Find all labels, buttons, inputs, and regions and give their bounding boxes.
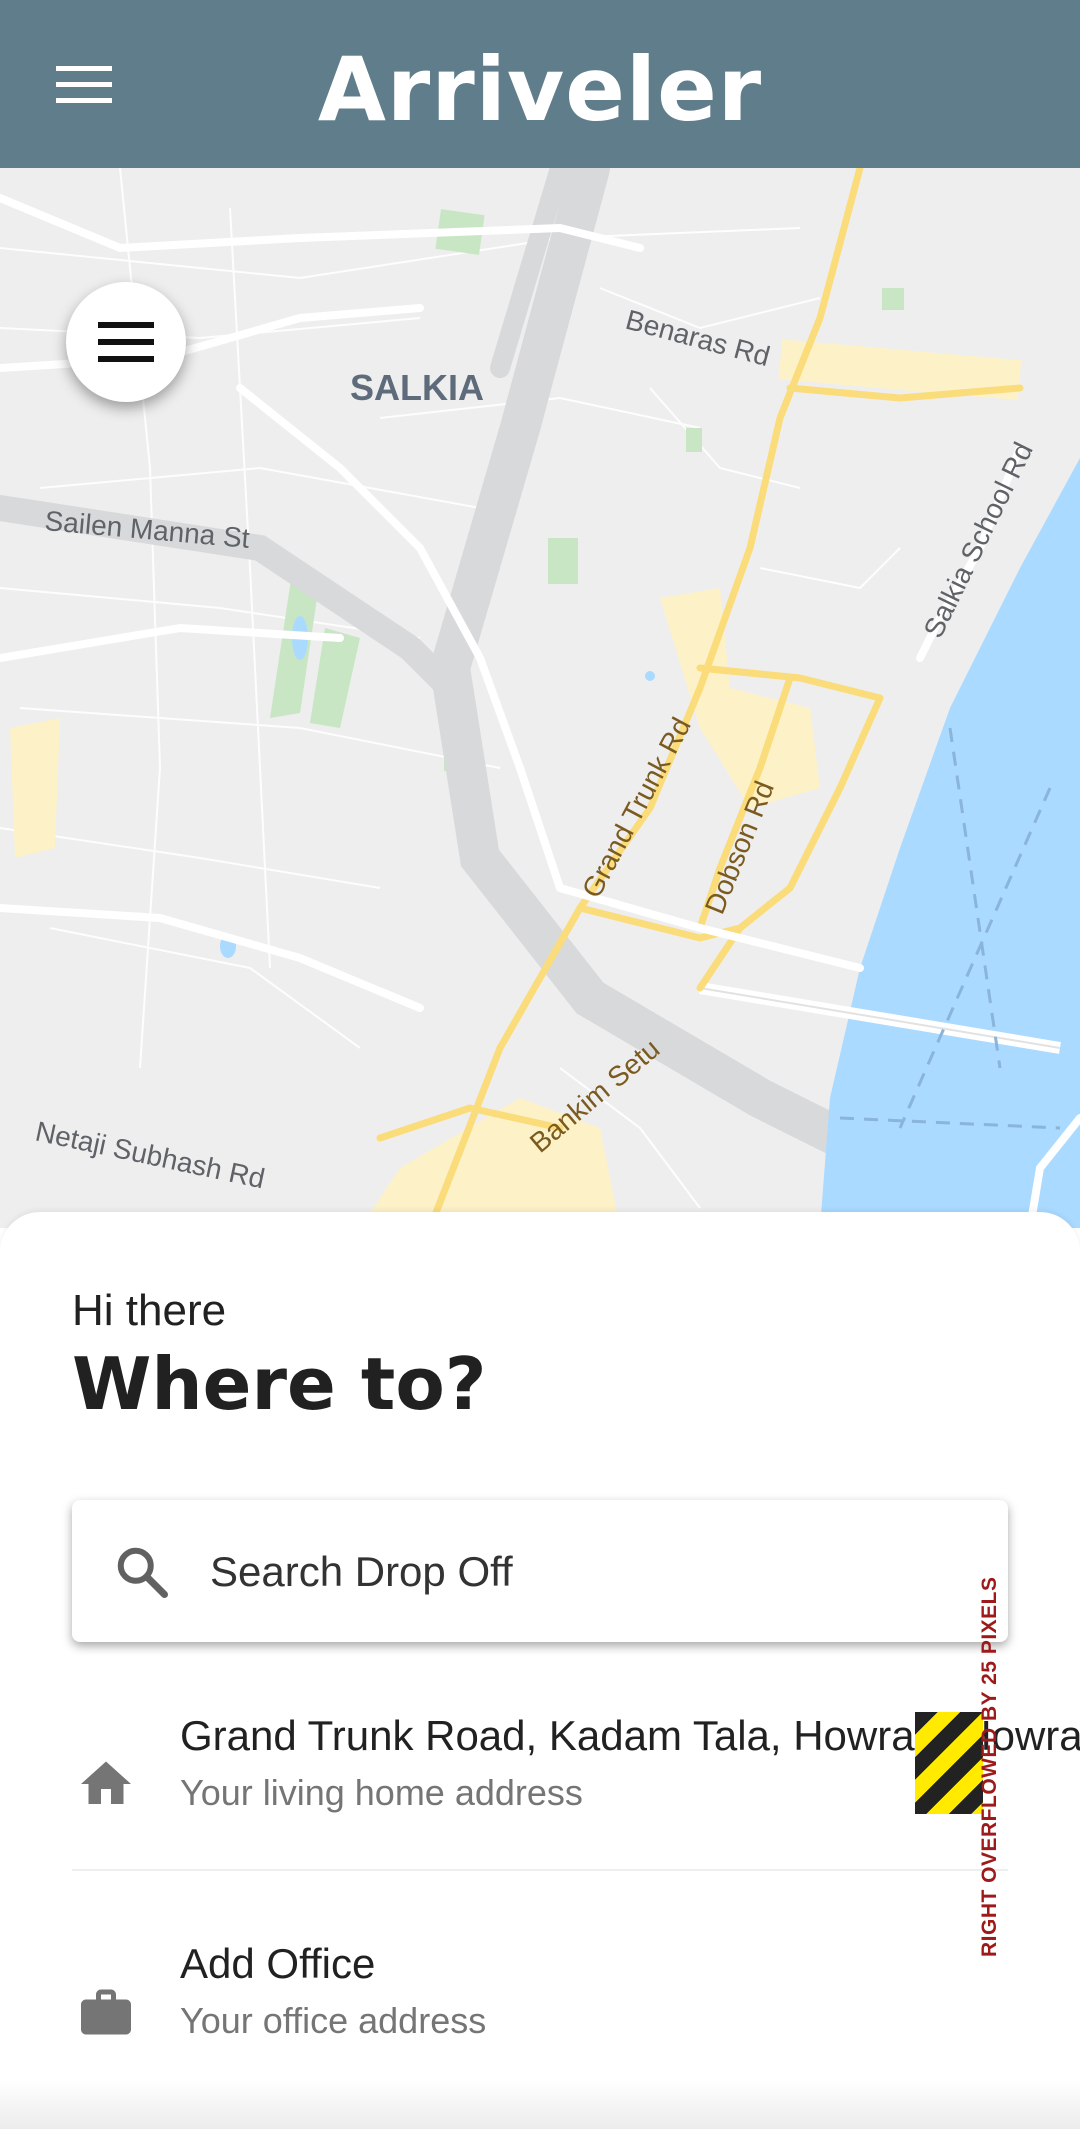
search-placeholder: Search Drop Off [210, 1548, 513, 1595]
work-icon [81, 1989, 131, 2035]
menu-icon [98, 322, 154, 362]
map-label-netaji: Netaji Subhash Rd [33, 1116, 268, 1195]
list-divider [72, 1869, 1008, 1871]
map-label-salkia: SALKIA [350, 367, 484, 408]
app-title: Arriveler [317, 38, 763, 141]
map-label-benaras: Benaras Rd [622, 304, 773, 372]
app-bar: Arriveler [0, 0, 1080, 168]
search-drop-off-field[interactable]: Search Drop Off [72, 1500, 1008, 1642]
greeting-text: Hi there [72, 1286, 227, 1335]
overflow-warning-stripe [915, 1712, 983, 1814]
office-title: Add Office [180, 1940, 376, 1987]
home-address-subtitle: Your living home address [180, 1772, 583, 1813]
overflow-warning-text: RIGHT OVERFLOWED BY 25 PIXELS [978, 1576, 1001, 1957]
drawer-menu-button[interactable] [66, 282, 186, 402]
where-to-heading: Where to? [72, 1342, 487, 1426]
home-icon [81, 1761, 131, 1804]
search-icon [117, 1547, 168, 1598]
destination-sheet: Hi there Where to? Search Drop Off Grand… [0, 1212, 1080, 2129]
map-label-grand-trunk: Grand Trunk Rd [576, 712, 697, 902]
map-label-sailen: Sailen Manna St [43, 505, 251, 554]
map-label-dobson: Dobson Rd [699, 777, 780, 919]
office-subtitle: Your office address [180, 2000, 487, 2041]
bottom-edge-shadow [0, 2080, 1080, 2129]
